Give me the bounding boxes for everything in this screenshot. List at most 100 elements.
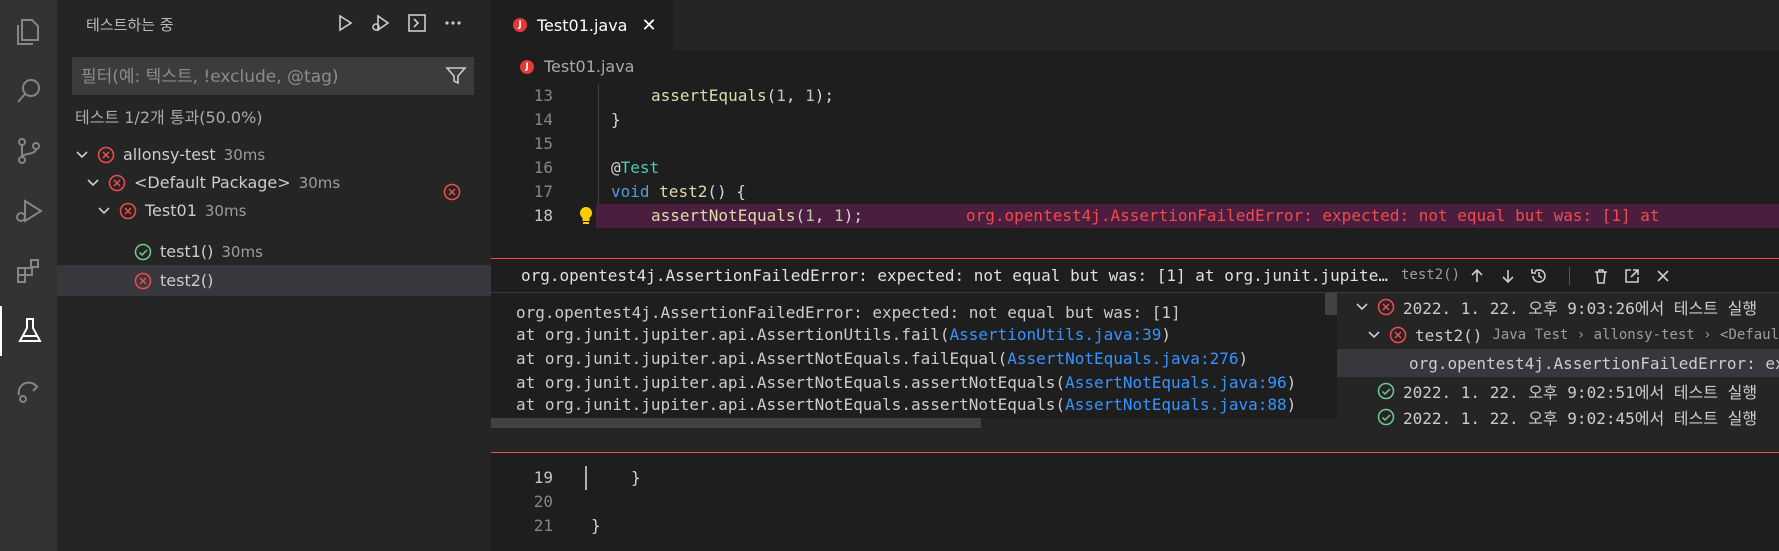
history-meta: Java Test › allonsy-test › <Default Pa..… — [1492, 327, 1779, 343]
code-text: void test2() { — [611, 180, 746, 204]
message-line: at org.junit.jupiter.api.AssertNotEquals… — [516, 372, 1296, 394]
peek-actions — [1461, 263, 1678, 289]
tree-item-duration: 30ms — [204, 201, 247, 220]
code-token: 1 — [805, 206, 815, 225]
chevron-down-icon[interactable] — [95, 204, 113, 218]
line-number: 17 — [533, 182, 553, 201]
message-text: ) — [1161, 325, 1172, 344]
tree-item-label: Test01 — [145, 201, 197, 220]
inline-error-message: org.opentest4j.AssertionFailedError: exp… — [966, 206, 1660, 225]
tree-item-label: test1() — [160, 242, 214, 261]
more-actions-icon[interactable] — [440, 10, 466, 36]
history-label: 2022. 1. 22. 오후 9:03:26에서 테스트 실행 — [1403, 299, 1758, 318]
stack-frame-link[interactable]: AssertNotEquals.java:96 — [1065, 373, 1287, 392]
tab-test01-java[interactable]: J Test01.java ✕ — [491, 0, 673, 50]
history-run-item[interactable]: 2022. 1. 22. 오후 9:02:45에서 테스트 실행 — [1337, 405, 1779, 429]
peek-title: org.opentest4j.AssertionFailedError: exp… — [521, 266, 1391, 285]
history-run-item[interactable]: 2022. 1. 22. 오후 9:02:51에서 테스트 실행 — [1337, 377, 1779, 405]
breadcrumb-file[interactable]: Test01.java — [544, 57, 634, 76]
chevron-down-icon[interactable] — [73, 148, 91, 162]
stack-frame-link[interactable]: AssertionUtils.java:39 — [949, 325, 1161, 344]
code-text: } — [611, 110, 621, 129]
message-text: at org.junit.jupiter.api.AssertNotEquals… — [516, 373, 1066, 392]
history-test-item[interactable]: test2() Java Test › allonsy-test › <Defa… — [1337, 321, 1779, 349]
test-peek-view: org.opentest4j.AssertionFailedError: exp… — [491, 258, 1779, 453]
code-token: , — [785, 86, 806, 105]
arrow-up-icon[interactable] — [1461, 263, 1492, 289]
run-all-icon[interactable] — [332, 10, 358, 36]
history-run-item[interactable]: 2022. 1. 22. 오후 9:03:26에서 테스트 실행 — [1337, 293, 1779, 321]
stack-frame-link[interactable]: AssertNotEquals.java:88 — [1065, 395, 1287, 414]
message-line: at org.junit.jupiter.api.AssertNotEquals… — [516, 348, 1248, 370]
source-control-icon[interactable] — [0, 126, 57, 176]
tree-item-test01[interactable]: Test01 30ms — [57, 195, 491, 226]
open-external-icon[interactable] — [1616, 263, 1647, 289]
peek-header: org.opentest4j.AssertionFailedError: exp… — [491, 259, 1779, 293]
line-number: 16 — [533, 158, 553, 177]
breadcrumb[interactable]: J Test01.java — [520, 57, 634, 76]
tree-item-label: test2() — [160, 271, 214, 290]
message-text: at org.junit.jupiter.api.AssertNotEquals… — [516, 395, 1066, 414]
tree-item-allonsy-test[interactable]: allonsy-test 30ms — [57, 139, 491, 170]
code-text: assertEquals(1, 1); — [651, 84, 834, 108]
code-token: assertEquals — [651, 86, 767, 105]
open-output-icon[interactable] — [404, 10, 430, 36]
code-line-17: 17 void test2() { — [443, 180, 1779, 204]
filter-input[interactable] — [73, 58, 443, 96]
code-line-18: 18 assertNotEquals(1, 1); org.opentest4j… — [491, 204, 1779, 228]
horizontal-scrollbar[interactable] — [491, 418, 981, 428]
test-summary: 테스트 1/2개 통과(50.0%) — [75, 108, 263, 127]
tree-item-default-package[interactable]: <Default Package> 30ms — [57, 167, 491, 198]
history-icon[interactable] — [1523, 263, 1554, 289]
arrow-down-icon[interactable] — [1492, 263, 1523, 289]
text-cursor — [585, 466, 587, 490]
close-icon[interactable]: ✕ — [641, 15, 656, 36]
message-line: at org.junit.jupiter.api.AssertNotEquals… — [516, 394, 1296, 416]
test-failed-gutter-icon[interactable] — [443, 183, 461, 205]
code-token: void — [611, 182, 650, 201]
chevron-down-icon[interactable] — [1355, 300, 1369, 314]
code-text: @Test — [611, 156, 659, 180]
message-text: ) — [1238, 349, 1249, 368]
stack-frame-link[interactable]: AssertNotEquals.java:276 — [1007, 349, 1238, 368]
remote-icon[interactable] — [0, 366, 57, 416]
history-message-item[interactable]: org.opentest4j.AssertionFailedError: exp… — [1337, 349, 1779, 377]
tree-item-test1[interactable]: test1() 30ms — [57, 236, 491, 267]
run-debug-icon[interactable] — [0, 186, 57, 236]
message-text: ) — [1286, 373, 1297, 392]
separator — [1554, 263, 1585, 289]
peek-subtitle: test2() — [1401, 267, 1461, 283]
passed-status-icon — [1377, 382, 1395, 400]
failure-message: org.opentest4j.AssertionFailedError: exp… — [491, 293, 1337, 418]
line-number: 20 — [533, 492, 553, 511]
vertical-scrollbar[interactable] — [1325, 293, 1337, 315]
code-token: @ — [611, 158, 621, 177]
close-icon[interactable] — [1647, 263, 1678, 289]
failed-status-icon — [1389, 326, 1407, 344]
debug-all-icon[interactable] — [368, 10, 394, 36]
passed-status-icon — [134, 243, 152, 261]
code-line-14: 14 } — [491, 108, 1779, 132]
testing-icon[interactable] — [0, 306, 57, 356]
files-icon[interactable] — [0, 7, 57, 57]
java-file-icon: J — [513, 18, 527, 32]
message-line: org.opentest4j.AssertionFailedError: exp… — [516, 302, 1181, 324]
code-token: ( — [766, 86, 777, 105]
extensions-icon[interactable] — [0, 246, 57, 296]
line-number: 13 — [533, 86, 553, 105]
code-line-13: 13 assertEquals(1, 1); — [491, 84, 1779, 108]
filter-icon[interactable] — [445, 65, 467, 91]
tree-item-duration: 30ms — [223, 145, 266, 164]
tree-item-test2[interactable]: test2() — [57, 265, 491, 296]
trash-icon[interactable] — [1585, 263, 1616, 289]
test-run-history: 2022. 1. 22. 오후 9:03:26에서 테스트 실행 test2()… — [1337, 293, 1779, 428]
message-text: ) — [1286, 395, 1297, 414]
lightbulb-icon[interactable] — [578, 206, 594, 230]
code-text: } — [631, 468, 641, 487]
chevron-down-icon[interactable] — [1367, 328, 1381, 342]
passed-status-icon — [1377, 408, 1395, 426]
chevron-down-icon[interactable] — [84, 176, 102, 190]
failed-status-icon — [1377, 298, 1395, 316]
search-icon[interactable] — [0, 66, 57, 116]
testing-sidebar: 테스트하는 중 테스트 1/2개 통과(50.0%) allonsy-test … — [57, 0, 491, 551]
